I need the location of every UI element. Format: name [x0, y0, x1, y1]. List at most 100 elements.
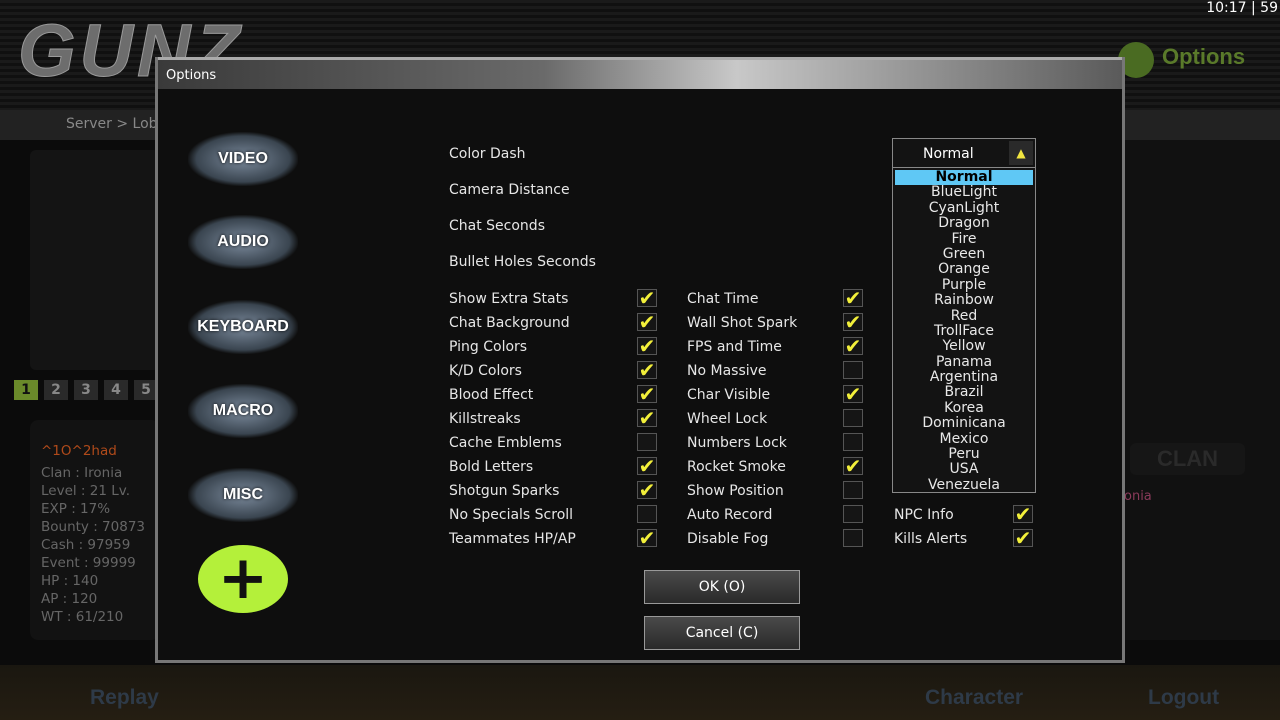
cancel-button[interactable]: Cancel (C)	[644, 616, 800, 650]
checkbox-char-visible[interactable]: ✔	[843, 384, 863, 404]
checkbox-label: Rocket Smoke	[687, 459, 786, 475]
color-dash-label: Color Dash	[449, 146, 526, 162]
dropdown-option[interactable]: Venezuela	[893, 477, 1035, 493]
checkmark-icon: ✔	[638, 406, 656, 430]
ok-button[interactable]: OK (O)	[644, 570, 800, 604]
checkbox-shotgun-sparks[interactable]: ✔	[637, 480, 657, 500]
checkbox-bold-letters[interactable]: ✔	[637, 456, 657, 476]
category-keyboard-button[interactable]: KEYBOARD	[188, 300, 298, 354]
dropdown-option[interactable]: Purple	[893, 277, 1035, 293]
dropdown-option[interactable]: Brazil	[893, 385, 1035, 400]
checkbox-rocket-smoke[interactable]: ✔	[843, 454, 863, 478]
checkbox-no-specials-scroll[interactable]	[637, 505, 657, 523]
category-video-button[interactable]: VIDEO	[188, 132, 298, 186]
checkbox-no-massive[interactable]	[843, 361, 863, 379]
dialog-titlebar[interactable]: Options	[158, 57, 1122, 89]
checkbox-k-d-colors[interactable]: ✔	[637, 358, 657, 382]
checkbox-show-extra-stats[interactable]: ✔	[637, 288, 657, 308]
checkbox-wheel-lock[interactable]	[843, 409, 863, 427]
dropdown-option[interactable]: Korea	[893, 400, 1035, 416]
page-button-2[interactable]: 2	[44, 380, 68, 400]
color-dash-dropdown[interactable]: Normal ▲	[892, 138, 1036, 168]
dropdown-option[interactable]: Mexico	[893, 431, 1035, 447]
bullet-holes-seconds-label: Bullet Holes Seconds	[449, 254, 596, 270]
checkbox-blood-effect[interactable]: ✔	[637, 384, 657, 404]
dropdown-option[interactable]: Argentina	[893, 369, 1035, 385]
character-button[interactable]: Character	[925, 686, 1023, 710]
checkbox-chat-background[interactable]: ✔	[637, 312, 657, 332]
category-audio-button[interactable]: AUDIO	[188, 215, 298, 269]
plus-icon[interactable]: +	[198, 545, 288, 613]
page-button-3[interactable]: 3	[74, 380, 98, 400]
breadcrumb: Server > Lob	[66, 116, 158, 132]
category-macro-button[interactable]: MACRO	[188, 384, 298, 438]
dropdown-option[interactable]: TrollFace	[893, 323, 1035, 339]
checkmark-icon: ✔	[844, 454, 862, 478]
checkmark-icon: ✔	[638, 358, 656, 382]
dropdown-option[interactable]: Normal	[895, 169, 1033, 186]
checkbox-label: No Specials Scroll	[449, 507, 574, 523]
dropdown-option[interactable]: Orange	[893, 262, 1035, 277]
replay-button[interactable]: Replay	[90, 686, 159, 710]
chevron-up-icon[interactable]: ▲	[1009, 141, 1033, 165]
checkbox-teammates-hp-ap[interactable]: ✔	[637, 528, 657, 548]
category-misc-button[interactable]: MISC	[188, 468, 298, 522]
dropdown-option[interactable]: Red	[893, 308, 1035, 324]
player-stat: AP : 120	[41, 591, 98, 607]
dropdown-option[interactable]: Peru	[893, 446, 1035, 462]
dropdown-option[interactable]: USA	[893, 462, 1035, 477]
checkbox-label: Numbers Lock	[687, 435, 787, 451]
checkbox-kills-alerts[interactable]: ✔	[1013, 526, 1033, 550]
checkbox-killstreaks[interactable]: ✔	[637, 406, 657, 430]
page-button-1[interactable]: 1	[14, 380, 38, 400]
checkbox-label: Chat Time	[687, 291, 759, 307]
checkbox-show-position[interactable]	[843, 481, 863, 499]
checkbox-npc-info[interactable]: ✔	[1013, 502, 1033, 526]
player-stat: Clan : Ironia	[41, 465, 123, 481]
player-stat: HP : 140	[41, 573, 99, 589]
checkbox-cache-emblems[interactable]	[637, 433, 657, 451]
checkbox-label: Show Position	[687, 483, 784, 499]
player-name: ^1O^2had	[41, 443, 117, 459]
dropdown-option[interactable]: Dominicana	[893, 416, 1035, 431]
dropdown-value: Normal	[923, 146, 974, 162]
checkbox-label: No Massive	[687, 363, 767, 379]
options-dialog: Options VIDEO AUDIO KEYBOARD MACRO MISC …	[155, 57, 1125, 663]
dropdown-option[interactable]: Dragon	[893, 215, 1035, 231]
checkbox-ping-colors[interactable]: ✔	[637, 334, 657, 358]
clan-tab[interactable]: CLAN	[1130, 443, 1245, 475]
checkbox-label: Blood Effect	[449, 387, 534, 403]
checkbox-disable-fog[interactable]	[843, 529, 863, 547]
color-dash-options-list[interactable]: Normal BlueLight CyanLight Dragon Fire Green O…	[892, 167, 1036, 493]
checkbox-label: FPS and Time	[687, 339, 782, 355]
checkbox-numbers-lock[interactable]	[843, 433, 863, 451]
dropdown-option[interactable]: Green	[893, 246, 1035, 262]
checkbox-label: Shotgun Sparks	[449, 483, 560, 499]
checkbox-label: Wheel Lock	[687, 411, 768, 427]
page-button-4[interactable]: 4	[104, 380, 128, 400]
checkbox-auto-record[interactable]	[843, 505, 863, 523]
checkbox-label: Bold Letters	[449, 459, 534, 475]
dropdown-option[interactable]: CyanLight	[893, 200, 1035, 216]
checkbox-label: Disable Fog	[687, 531, 769, 547]
checkbox-label: Chat Background	[449, 315, 570, 331]
checkmark-icon: ✔	[1014, 502, 1032, 526]
checkbox-chat-time[interactable]: ✔	[843, 288, 863, 308]
player-stat: Event : 99999	[41, 555, 136, 571]
dropdown-option[interactable]: BlueLight	[893, 185, 1035, 200]
page-selector: 12345	[14, 380, 158, 400]
checkmark-icon: ✔	[638, 334, 656, 358]
checkbox-label: Show Extra Stats	[449, 291, 569, 307]
dropdown-option[interactable]: Fire	[893, 231, 1035, 247]
checkmark-icon: ✔	[844, 310, 862, 334]
logout-button[interactable]: Logout	[1148, 686, 1219, 710]
dropdown-option[interactable]: Panama	[893, 354, 1035, 370]
dropdown-option[interactable]: Rainbow	[893, 292, 1035, 308]
options-menu-button[interactable]: Options	[1118, 44, 1245, 70]
checkmark-icon: ✔	[1014, 526, 1032, 550]
camera-distance-label: Camera Distance	[449, 182, 570, 198]
player-info-panel: ^1O^2had Clan : Ironia Level : 21 Lv. EXP …	[30, 420, 160, 640]
dropdown-option[interactable]: Yellow	[893, 339, 1035, 354]
checkbox-fps-and-time[interactable]: ✔	[843, 336, 863, 356]
checkbox-wall-shot-spark[interactable]: ✔	[843, 310, 863, 334]
